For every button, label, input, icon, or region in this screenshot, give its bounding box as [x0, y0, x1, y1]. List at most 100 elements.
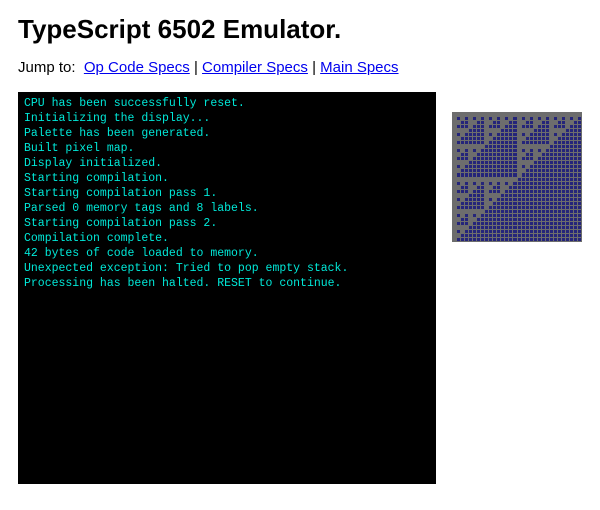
pixel — [522, 210, 525, 213]
pixel — [501, 190, 504, 193]
link-main-specs[interactable]: Main Specs — [320, 59, 398, 76]
pixel — [530, 222, 533, 225]
pixel — [554, 230, 557, 233]
pixel — [518, 157, 521, 160]
pixel — [574, 202, 577, 205]
pixel — [558, 198, 561, 201]
pixel — [522, 133, 525, 136]
pixel — [501, 161, 504, 164]
pixel — [554, 117, 557, 120]
pixel — [469, 113, 472, 116]
pixel — [558, 169, 561, 172]
pixel — [505, 157, 508, 160]
pixel — [566, 137, 569, 140]
pixel — [538, 129, 541, 132]
pixel — [469, 141, 472, 144]
pixel — [526, 117, 529, 120]
pixel — [485, 121, 488, 124]
pixel — [485, 153, 488, 156]
pixel — [513, 194, 516, 197]
pixel — [530, 169, 533, 172]
pixel — [505, 182, 508, 185]
pixel — [493, 129, 496, 132]
pixel — [513, 121, 516, 124]
pixel — [453, 173, 456, 176]
pixel — [526, 129, 529, 132]
pixel — [534, 125, 537, 128]
pixel — [574, 238, 577, 241]
pixel — [509, 194, 512, 197]
pixel — [461, 222, 464, 225]
pixel — [513, 117, 516, 120]
pixel — [473, 161, 476, 164]
pixel — [477, 161, 480, 164]
pixel — [554, 194, 557, 197]
pixel — [534, 113, 537, 116]
pixel — [562, 234, 565, 237]
pixel — [542, 194, 545, 197]
pixel — [501, 178, 504, 181]
pixel — [493, 165, 496, 168]
pixel — [481, 230, 484, 233]
pixel — [546, 125, 549, 128]
pixel — [509, 210, 512, 213]
pixel — [546, 190, 549, 193]
pixel — [558, 121, 561, 124]
pixel — [469, 133, 472, 136]
pixel — [505, 117, 508, 120]
pixel — [465, 141, 468, 144]
pixel — [509, 125, 512, 128]
pixel — [522, 125, 525, 128]
pixel — [461, 182, 464, 185]
pixel — [526, 153, 529, 156]
pixel — [489, 121, 492, 124]
pixel — [477, 234, 480, 237]
pixel — [497, 157, 500, 160]
pixel — [558, 133, 561, 136]
pixel — [558, 186, 561, 189]
pixel — [489, 218, 492, 221]
pixel — [473, 113, 476, 116]
link-compiler-specs[interactable]: Compiler Specs — [202, 59, 308, 76]
pixel — [509, 165, 512, 168]
pixel — [550, 165, 553, 168]
pixel — [534, 117, 537, 120]
pixel — [562, 133, 565, 136]
link-op-code-specs[interactable]: Op Code Specs — [84, 59, 190, 76]
pixel — [530, 145, 533, 148]
pixel — [554, 222, 557, 225]
pixel — [457, 141, 460, 144]
pixel — [550, 182, 553, 185]
pixel — [477, 190, 480, 193]
pixel — [485, 206, 488, 209]
pixel — [473, 218, 476, 221]
pixel — [501, 121, 504, 124]
pixel — [526, 173, 529, 176]
pixel — [574, 113, 577, 116]
pixel — [542, 113, 545, 116]
pixel — [485, 234, 488, 237]
pixel — [542, 129, 545, 132]
pixel — [554, 178, 557, 181]
pixel — [518, 230, 521, 233]
pixel — [485, 190, 488, 193]
pixel — [562, 186, 565, 189]
pixel — [566, 161, 569, 164]
pixel — [473, 214, 476, 217]
pixel — [554, 133, 557, 136]
pixel — [501, 222, 504, 225]
pixel — [550, 214, 553, 217]
pixel — [453, 165, 456, 168]
pixel — [481, 206, 484, 209]
pixel — [497, 153, 500, 156]
pixel — [526, 234, 529, 237]
pixel — [509, 238, 512, 241]
pixel — [562, 230, 565, 233]
pixel — [562, 238, 565, 241]
link-separator: | — [194, 59, 202, 76]
pixel — [457, 206, 460, 209]
pixel — [554, 137, 557, 140]
pixel — [550, 226, 553, 229]
pixel — [538, 190, 541, 193]
pixel — [578, 222, 581, 225]
